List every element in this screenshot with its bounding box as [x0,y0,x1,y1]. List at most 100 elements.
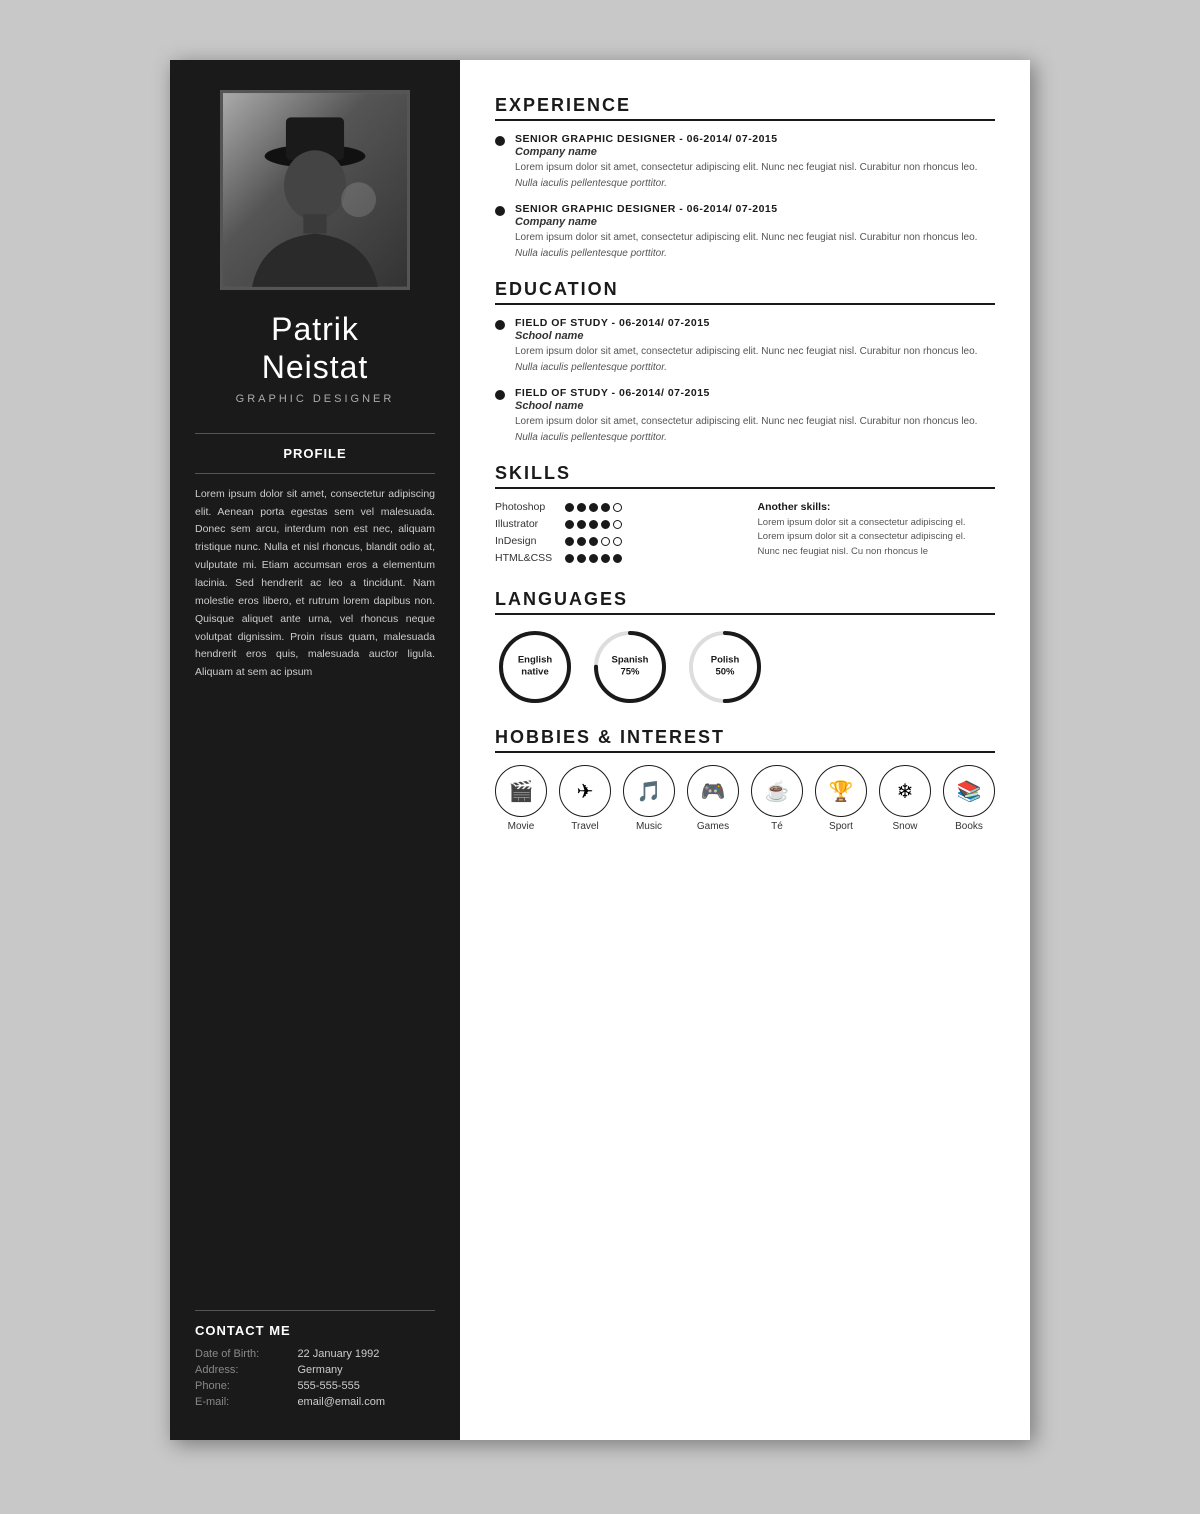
skill-dots [565,537,622,546]
entry-content: FIELD OF STUDY - 06-2014/ 07-2015 School… [515,317,977,373]
contact-dob-row: Date of Birth: 22 January 1992 [195,1346,435,1362]
hobby-label: Books [955,821,983,832]
skill-dot-filled [601,520,610,529]
hobby-travel: ✈ Travel [559,765,611,832]
entry-company: School name [515,400,977,412]
hobby-label: Té [771,821,783,832]
entry-item: SENIOR GRAPHIC DESIGNER - 06-2014/ 07-20… [495,203,995,259]
other-skill-2: Nunc nec feugiat nisl. Cu non rhoncus le [758,545,996,559]
skill-dot-filled [565,537,574,546]
lang-label: Englishnative [518,655,552,680]
contact-table: Date of Birth: 22 January 1992 Address: … [195,1346,435,1410]
skill-dot-filled [565,520,574,529]
hobby-movie: 🎬 Movie [495,765,547,832]
hobby-music: 🎵 Music [623,765,675,832]
hobbies-grid: 🎬 Movie ✈ Travel 🎵 Music 🎮 Games ☕ Té 🏆 … [495,765,995,832]
entry-title: SENIOR GRAPHIC DESIGNER - 06-2014/ 07-20… [515,203,977,215]
entry-title: SENIOR GRAPHIC DESIGNER - 06-2014/ 07-20… [515,133,977,145]
skills-section: SKILLS Photoshop Illustrator InDesign HT… [495,463,995,569]
skill-row: Illustrator [495,518,733,530]
entry-content: SENIOR GRAPHIC DESIGNER - 06-2014/ 07-20… [515,203,977,259]
skill-dot-filled [577,503,586,512]
entry-bullet [495,136,505,146]
contact-email-row: E-mail: email@email.com [195,1394,435,1410]
entry-content: FIELD OF STUDY - 06-2014/ 07-2015 School… [515,387,977,443]
hobby-icon: ✈ [559,765,611,817]
entry-title: FIELD OF STUDY - 06-2014/ 07-2015 [515,387,977,399]
skill-row: InDesign [495,535,733,547]
lang-circle: Spanish75% [590,627,670,707]
profile-text: Lorem ipsum dolor sit amet, consectetur … [195,486,435,682]
education-entries: FIELD OF STUDY - 06-2014/ 07-2015 School… [495,317,995,443]
person-title: GRAPHIC DESIGNER [195,393,435,405]
skill-dots [565,503,622,512]
entry-desc: Lorem ipsum dolor sit amet, consectetur … [515,230,977,245]
email-value: email@email.com [297,1394,435,1410]
skill-dot-filled [601,503,610,512]
languages-section: LANGUAGES Englishnative Spanish75% [495,589,995,707]
hobby-icon: 🎬 [495,765,547,817]
person-name: Patrik Neistat [195,310,435,387]
entry-content: SENIOR GRAPHIC DESIGNER - 06-2014/ 07-20… [515,133,977,189]
left-column: Patrik Neistat GRAPHIC DESIGNER PROFILE … [170,60,460,1440]
skill-dot-filled [613,554,622,563]
entry-bullet [495,320,505,330]
resume: Patrik Neistat GRAPHIC DESIGNER PROFILE … [170,60,1030,1440]
photo-area [220,90,410,290]
skill-dot-filled [601,554,610,563]
skill-dot-filled [565,503,574,512]
hobby-icon: 📚 [943,765,995,817]
contact-heading: CONTACT ME [195,1323,435,1338]
entry-extra: Nulla iaculis pellentesque porttitor. [515,432,977,443]
other-skill-0: Lorem ipsum dolor sit a consectetur adip… [758,516,996,530]
skill-name: Photoshop [495,501,565,513]
hobby-snow: ❄ Snow [879,765,931,832]
hobby-icon: 🎵 [623,765,675,817]
languages-heading: LANGUAGES [495,589,995,610]
hobby-té: ☕ Té [751,765,803,832]
entry-extra: Nulla iaculis pellentesque porttitor. [515,362,977,373]
hobby-icon: ❄ [879,765,931,817]
lang-label: Polish50% [711,655,740,680]
profile-photo [223,93,407,287]
other-skill-1: Lorem ipsum dolor sit a consectetur adip… [758,530,996,544]
lang-circle: Englishnative [495,627,575,707]
education-section: EDUCATION FIELD OF STUDY - 06-2014/ 07-2… [495,279,995,443]
contact-address-row: Address: Germany [195,1362,435,1378]
email-label: E-mail: [195,1394,297,1410]
skills-heading: SKILLS [495,463,995,484]
lang-label: Spanish75% [612,655,649,680]
phone-value: 555-555-555 [297,1378,435,1394]
experience-entries: SENIOR GRAPHIC DESIGNER - 06-2014/ 07-20… [495,133,995,259]
hobby-label: Games [697,821,729,832]
entry-desc: Lorem ipsum dolor sit amet, consectetur … [515,414,977,429]
entry-item: SENIOR GRAPHIC DESIGNER - 06-2014/ 07-20… [495,133,995,189]
hobby-label: Music [636,821,662,832]
hobby-books: 📚 Books [943,765,995,832]
resume-container: Patrik Neistat GRAPHIC DESIGNER PROFILE … [170,60,1030,1440]
skill-dot-filled [589,554,598,563]
entry-company: Company name [515,146,977,158]
hobby-label: Travel [571,821,598,832]
skills-col-right: Another skills: Lorem ipsum dolor sit a c… [753,501,996,569]
skill-dot-filled [577,537,586,546]
hobby-icon: 🎮 [687,765,739,817]
hobby-games: 🎮 Games [687,765,739,832]
skill-name: InDesign [495,535,565,547]
skill-dots [565,554,622,563]
skill-dot-empty [613,520,622,529]
skill-dot-filled [589,537,598,546]
hobby-label: Movie [508,821,535,832]
lang-circle: Polish50% [685,627,765,707]
entry-bullet [495,206,505,216]
other-skills-title: Another skills: [758,501,996,513]
languages-container: Englishnative Spanish75% Polish50% [495,627,995,707]
entry-company: School name [515,330,977,342]
contact-phone-row: Phone: 555-555-555 [195,1378,435,1394]
entry-company: Company name [515,216,977,228]
skill-dot-empty [613,503,622,512]
experience-section: EXPERIENCE SENIOR GRAPHIC DESIGNER - 06-… [495,95,995,259]
hobby-icon: ☕ [751,765,803,817]
skill-dot-filled [589,520,598,529]
skill-dot-filled [589,503,598,512]
